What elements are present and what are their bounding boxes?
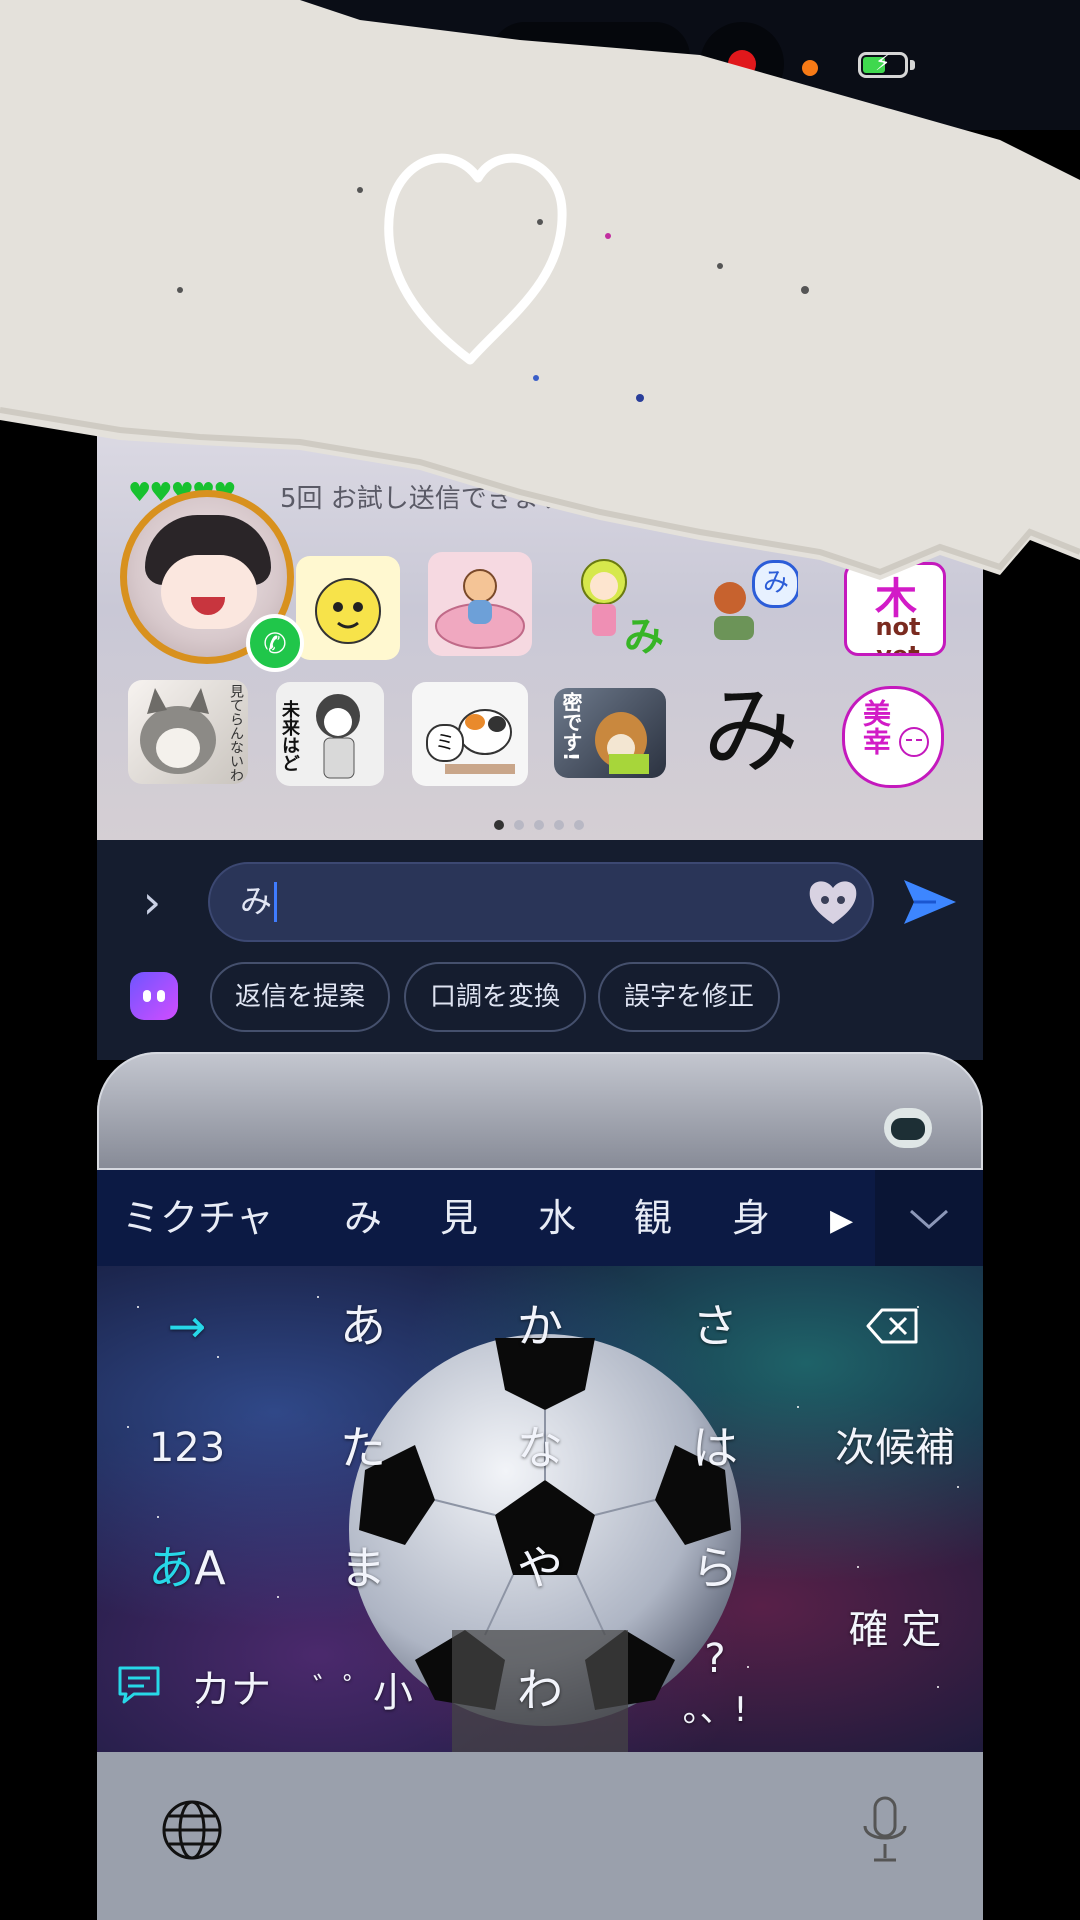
sticker-cat-photo[interactable]: 見てらんないわ (128, 680, 248, 784)
trial-send-text: 5回 お試し送信できます (280, 484, 565, 514)
sticker-page-indicator (494, 815, 594, 834)
key-ra[interactable]: ら (640, 1528, 790, 1608)
next-candidate-key[interactable]: 次候補 (820, 1408, 970, 1488)
change-tone-chip[interactable]: 口調を変換 (404, 962, 586, 1032)
sticker-mi-badge: み (752, 560, 798, 608)
battery-tip (910, 60, 915, 70)
sticker-cat-on-cushion[interactable] (428, 552, 532, 656)
microphone-icon[interactable] (860, 1794, 910, 1866)
candidate-2[interactable]: み (344, 1170, 382, 1266)
sticker-girl-mi[interactable]: み (560, 552, 664, 656)
chevron-right-icon[interactable]: › (130, 872, 174, 932)
chevron-down-icon[interactable] (905, 1195, 953, 1243)
sticker-not-yet-label: not yet (875, 613, 921, 656)
dynamic-island (490, 22, 690, 92)
confirm-key[interactable]: 確 定 (820, 1590, 970, 1670)
key-ma[interactable]: ま (288, 1528, 438, 1608)
privacy-dot-icon (802, 60, 818, 76)
phone-icon[interactable]: ✆ (246, 614, 304, 672)
input-mode-kana: あ (148, 1541, 195, 1595)
dakuten-key[interactable]: ゛゜小 (288, 1650, 438, 1730)
candidate-3[interactable]: 見 (440, 1170, 478, 1266)
sticker-dog-caption: 密です! (559, 692, 583, 762)
left-gutter (0, 130, 97, 1920)
ai-assistant-icon[interactable] (130, 972, 178, 1020)
key-a[interactable]: あ (288, 1286, 438, 1366)
suggest-reply-chip[interactable]: 返信を提案 (210, 962, 390, 1032)
candidate-1[interactable]: ミクチャ (122, 1170, 274, 1266)
page-dot-3[interactable] (534, 820, 544, 830)
page-dot-1[interactable] (494, 820, 504, 830)
sticker-manga-girl[interactable]: 未来はどこ? (276, 682, 384, 786)
sticker-mi-glyph: み (703, 676, 799, 786)
sticker-calico-cat[interactable]: ミ (412, 682, 528, 786)
sticker-calico-bubble: ミ (426, 724, 464, 762)
message-input-text: み (240, 882, 273, 920)
number-mode-key[interactable]: 123 (112, 1408, 262, 1488)
sticker-dog-photo[interactable]: 密です! (554, 688, 666, 778)
kana-key[interactable]: カナ (176, 1650, 286, 1730)
page-dot-5[interactable] (574, 820, 584, 830)
fix-typo-chip[interactable]: 誤字を修正 (598, 962, 780, 1032)
sticker-mi-character[interactable]: み (696, 676, 806, 786)
sticker-cat-caption: 見てらんないわ (228, 684, 244, 782)
key-na[interactable]: な (465, 1408, 615, 1488)
battery-charging-icon: ⚡ (858, 51, 908, 78)
sticker-yellow-character[interactable] (296, 556, 400, 660)
candidate-5[interactable]: 観 (634, 1170, 672, 1266)
sticker-manga-caption: 未来はどこ? (279, 700, 300, 772)
key-ta[interactable]: た (288, 1408, 438, 1488)
punct-bottom: 。、! (682, 1690, 748, 1730)
key-ha[interactable]: は (640, 1408, 790, 1488)
page-dot-2[interactable] (514, 820, 524, 830)
key-sa[interactable]: さ (640, 1286, 790, 1366)
kana-comment-icon[interactable] (116, 1664, 162, 1706)
keyboard-bottom-bar (97, 1752, 983, 1920)
input-mode-key[interactable]: あA (112, 1528, 262, 1608)
dakuten-small: 小 (373, 1670, 413, 1716)
sticker-not-yet[interactable]: 木 not yet (844, 562, 946, 656)
dakuten-marks: ゛゜ (313, 1672, 373, 1707)
more-candidates-arrow[interactable]: ▶ (830, 1203, 853, 1238)
cat-cushion-icon (435, 569, 525, 649)
sticker-miyuki-label: 美幸 (859, 699, 892, 755)
sticker-heart-icon[interactable] (806, 876, 860, 928)
right-gutter (983, 130, 1080, 1920)
mascot-icon[interactable] (884, 1108, 932, 1148)
page-dot-4[interactable] (554, 820, 564, 830)
yellow-character-icon (315, 578, 381, 644)
candidate-6[interactable]: 身 (732, 1170, 770, 1266)
sticker-miyuki-stamp[interactable]: 美幸 (842, 686, 944, 788)
keyboard-toolbar (97, 1052, 983, 1170)
sticker-person-mi-badge[interactable]: み (694, 556, 798, 660)
miyuki-face-icon (899, 727, 929, 757)
send-icon[interactable] (900, 872, 960, 932)
key-ka[interactable]: か (465, 1286, 615, 1366)
text-caret (274, 882, 277, 922)
key-ya[interactable]: や (465, 1528, 615, 1608)
input-mode-alpha: A (194, 1541, 226, 1595)
message-input[interactable] (208, 862, 874, 942)
punctuation-key[interactable]: ? 。、! (640, 1636, 790, 1746)
cursor-right-key[interactable]: → (112, 1286, 262, 1366)
key-wa[interactable]: わ (465, 1650, 615, 1730)
record-dot-icon (728, 50, 756, 78)
backspace-icon[interactable] (866, 1306, 920, 1346)
candidate-4[interactable]: 水 (538, 1170, 576, 1266)
punct-top: ? (704, 1636, 726, 1682)
sticker-mi-label: み (624, 614, 664, 656)
globe-icon[interactable] (160, 1798, 224, 1862)
